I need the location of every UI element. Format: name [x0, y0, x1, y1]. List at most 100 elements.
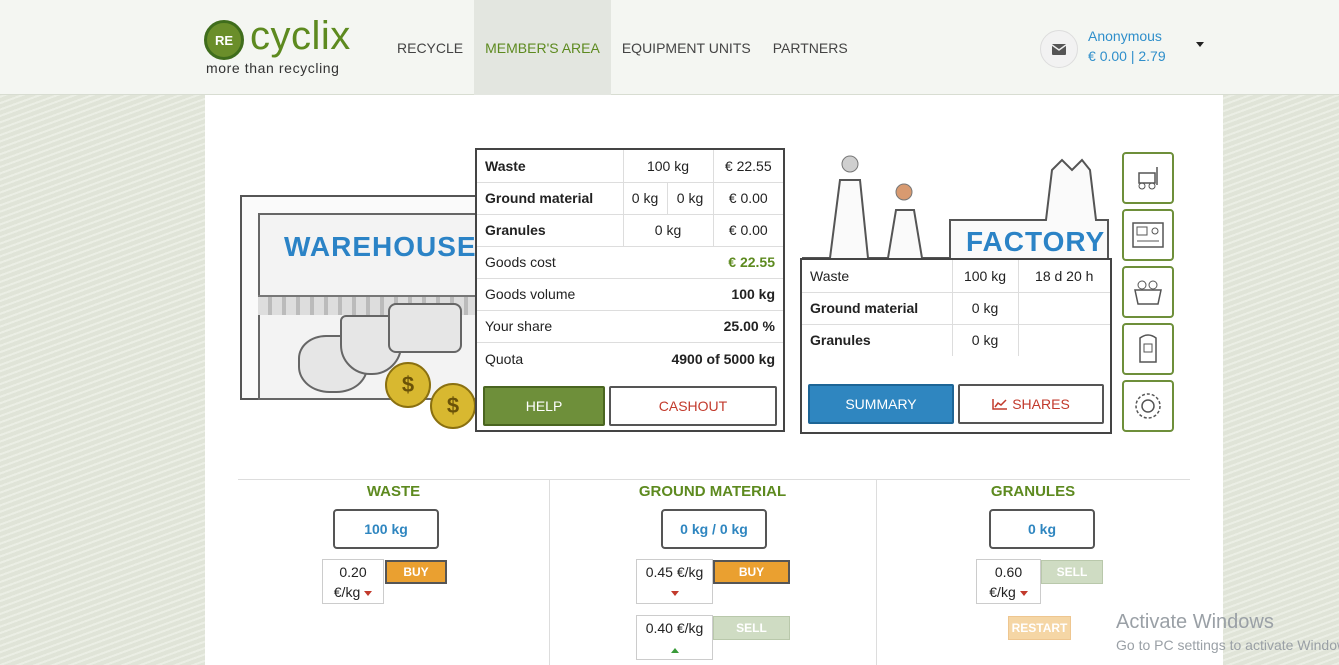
main-nav: RECYCLE MEMBER'S AREA EQUIPMENT UNITS PA…: [386, 0, 859, 95]
waste-quantity: 100 kg: [333, 509, 439, 549]
stat-goods-cost: Goods cost € 22.55: [477, 247, 783, 279]
os-activation-hint: Go to PC settings to activate Windows.: [1116, 637, 1339, 653]
row-label: Ground material: [477, 182, 623, 215]
table-row: Ground material 0 kg 0 kg € 0.00: [477, 182, 783, 215]
line-chart-icon: [992, 399, 1008, 410]
market-divider: [238, 479, 1190, 480]
brand-tagline: more than recycling: [206, 60, 340, 76]
row-label: Granules: [810, 332, 871, 349]
price-unit: €/kg: [323, 582, 383, 602]
row-qty: 0 kg: [951, 292, 1018, 325]
price-value: 0.60: [994, 564, 1023, 580]
help-button[interactable]: HELP: [483, 386, 605, 426]
granules-title: GRANULES: [990, 483, 1076, 500]
row-value: € 0.00: [712, 182, 783, 215]
shares-label: SHARES: [1012, 396, 1070, 412]
stat-quota: Quota 4900 of 5000 kg: [477, 343, 783, 375]
row-value: € 22.55: [712, 150, 783, 183]
coin-icon: $: [385, 362, 431, 408]
price-unit: €/kg: [977, 582, 1040, 602]
stat-label: Quota: [485, 350, 524, 367]
row-value: € 0.00: [712, 214, 783, 247]
column-separator: [876, 480, 877, 665]
stat-value: 25.00 %: [723, 318, 775, 334]
caret-up-icon: [670, 648, 679, 653]
ground-sell-price-select[interactable]: 0.40 €/kg: [636, 615, 713, 660]
balance-separator: |: [1130, 48, 1135, 64]
gear-machine-icon: [1135, 393, 1161, 419]
ground-material-quantity: 0 kg / 0 kg: [661, 509, 767, 549]
price-value: 0.40 €/kg: [645, 620, 704, 636]
granules-quantity: 0 kg: [989, 509, 1095, 549]
ground-material-title: GROUND MATERIAL: [638, 483, 787, 500]
user-name[interactable]: Anonymous: [1088, 28, 1162, 44]
row-qty: 0 kg: [951, 324, 1018, 356]
row-label: Granules: [477, 214, 623, 247]
stat-label: Your share: [485, 318, 553, 334]
granulator-button[interactable]: [1122, 323, 1174, 375]
row-qty: 0 kg: [622, 214, 713, 247]
waste-buy-button[interactable]: BUY: [385, 560, 447, 584]
control-panel-icon: [1132, 222, 1164, 248]
row-qty: 100 kg: [951, 260, 1018, 293]
ground-buy-price-select[interactable]: 0.45 €/kg: [636, 559, 713, 604]
table-row: Granules 0 kg € 0.00: [477, 214, 783, 247]
os-activation-watermark: Activate Windows: [1116, 611, 1274, 633]
summary-button[interactable]: SUMMARY: [808, 384, 954, 424]
table-row: Granules 0 kg: [802, 324, 1110, 356]
forklift-icon: [1138, 167, 1158, 190]
row-qty: 100 kg: [622, 150, 713, 183]
ground-sell-button[interactable]: SELL: [713, 616, 790, 640]
warehouse-stats-card: Waste 100 kg € 22.55 Ground material 0 k…: [475, 148, 785, 432]
nav-recycle[interactable]: RECYCLE: [386, 0, 474, 95]
warehouse-stock-table: Waste 100 kg € 22.55 Ground material 0 k…: [477, 150, 783, 247]
control-panel-button[interactable]: [1122, 209, 1174, 261]
currency-symbol: €: [1088, 48, 1096, 64]
stat-your-share: Your share 25.00 %: [477, 311, 783, 343]
table-row: Waste 100 kg 18 d 20 h: [802, 260, 1110, 293]
shredder-button[interactable]: [1122, 266, 1174, 318]
processing-machine-button[interactable]: [1122, 380, 1174, 432]
row-label: Waste: [477, 150, 623, 183]
factory-sign: FACTORY: [966, 226, 1106, 257]
ground-buy-button[interactable]: BUY: [713, 560, 790, 584]
factory-actions: SUMMARY SHARES: [808, 384, 1104, 424]
brand-name: cyclix: [250, 14, 351, 58]
coin-icon: $: [430, 383, 476, 429]
row-time: 18 d 20 h: [1017, 260, 1110, 293]
price-caret: [637, 638, 712, 658]
granules-sell-price-select[interactable]: 0.60 €/kg: [976, 559, 1041, 604]
cashout-button[interactable]: CASHOUT: [609, 386, 777, 426]
brand-logo[interactable]: RE cyclix more than recycling: [204, 14, 369, 78]
messages-button[interactable]: [1040, 30, 1078, 68]
stat-value: € 22.55: [728, 254, 775, 270]
caret-down-icon: [670, 590, 679, 596]
nav-members-area[interactable]: MEMBER'S AREA: [474, 0, 611, 95]
equipment-toolbar: [1122, 152, 1175, 437]
granules-sell-button[interactable]: SELL: [1041, 560, 1103, 584]
row-time: [1017, 324, 1110, 356]
forklift-button[interactable]: [1122, 152, 1174, 204]
balance-secondary: 2.79: [1138, 48, 1166, 64]
top-navigation-bar: RE cyclix more than recycling RECYCLE ME…: [0, 0, 1339, 95]
factory-card: FACTORY Waste 100 kg 18 d 20 h Ground ma…: [800, 150, 1112, 434]
warehouse-actions: HELP CASHOUT: [483, 386, 779, 428]
restart-button[interactable]: RESTART: [1008, 616, 1071, 640]
stat-label: Goods volume: [485, 286, 576, 302]
shredder-icon: [1134, 280, 1162, 305]
price-value: 0.45 €/kg: [645, 564, 704, 580]
price-caret: [637, 582, 712, 602]
balance-primary: 0.00: [1099, 48, 1127, 64]
nav-partners[interactable]: PARTNERS: [762, 0, 859, 95]
nav-equipment-units[interactable]: EQUIPMENT UNITS: [611, 0, 762, 95]
table-row: Ground material 0 kg: [802, 292, 1110, 325]
shares-button[interactable]: SHARES: [958, 384, 1104, 424]
caret-down-icon: [1019, 590, 1028, 596]
factory-stats: Waste 100 kg 18 d 20 h Ground material 0…: [800, 258, 1112, 434]
caret-down-icon[interactable]: [1196, 42, 1204, 47]
stat-label: Goods cost: [485, 254, 556, 270]
container-icon: [388, 303, 462, 353]
row-label: Ground material: [802, 292, 952, 325]
waste-buy-price-select[interactable]: 0.20 €/kg: [322, 559, 384, 604]
warehouse-illustration: WAREHOUSE $ $: [240, 195, 480, 429]
